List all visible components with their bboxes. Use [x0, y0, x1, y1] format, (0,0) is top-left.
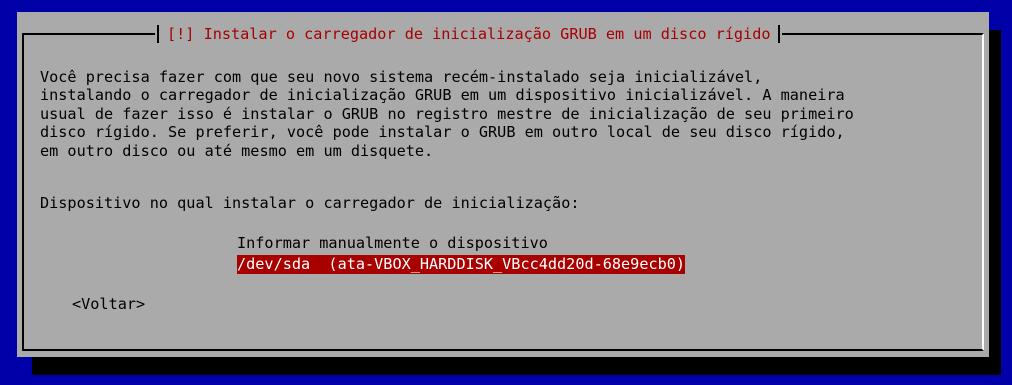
installer-screen: [!] Instalar o carregador de inicializaç… — [0, 0, 1012, 385]
description-line: usual de fazer isso é instalar o GRUB no… — [40, 104, 854, 123]
option-dev-sda-selected[interactable]: /dev/sda (ata-VBOX_HARDDISK_VBcc4dd20d-6… — [237, 255, 686, 274]
dialog-title-bar: [!] Instalar o carregador de inicializaç… — [155, 23, 783, 45]
description-line: em outro disco ou até mesmo em um disque… — [40, 141, 434, 160]
description-line: Você precisa fazer com que seu novo sist… — [40, 68, 763, 86]
description-line: disco rígido. Se preferir, você pode ins… — [40, 123, 845, 142]
device-prompt: Dispositivo no qual instalar o carregado… — [40, 194, 580, 212]
title-left-tick — [157, 25, 159, 43]
back-button[interactable]: <Voltar> — [72, 295, 145, 313]
dialog-title: [!] Instalar o carregador de inicializaç… — [167, 25, 771, 43]
title-right-tick — [778, 25, 781, 43]
description-line: instalando o carregador de inicialização… — [40, 86, 845, 105]
option-enter-device-manually[interactable]: Informar manualmente o dispositivo — [237, 234, 548, 253]
grub-install-dialog: [!] Instalar o carregador de inicializaç… — [17, 12, 989, 357]
dialog-description: Você precisa fazer com que seu novo sist… — [40, 68, 854, 160]
